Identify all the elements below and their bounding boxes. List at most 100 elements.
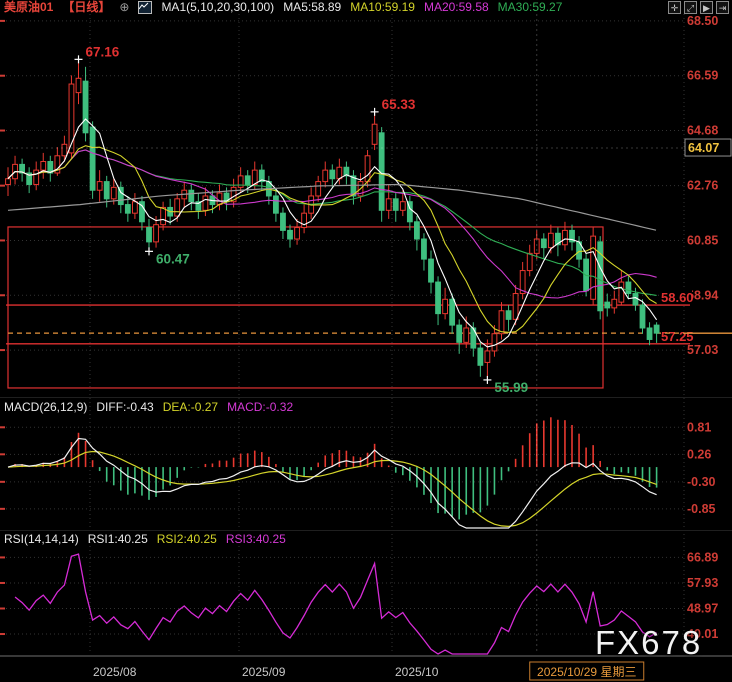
- ma5-value: MA5:58.89: [283, 0, 341, 14]
- candle-body: [372, 124, 377, 144]
- line-price-label: 57.25: [661, 329, 694, 344]
- extreme-price-label: 65.33: [382, 97, 416, 112]
- candle-body: [6, 179, 11, 185]
- candle-body: [478, 348, 483, 365]
- candle-body: [104, 182, 109, 199]
- candle-body: [154, 225, 159, 242]
- price-axis-label: 57.03: [687, 343, 718, 357]
- macd-axis-label: -0.85: [687, 502, 716, 516]
- fx678-watermark: FX678: [595, 624, 702, 662]
- candle-body: [97, 182, 102, 191]
- candle-body: [541, 239, 546, 248]
- candle-body: [626, 282, 631, 293]
- macd-value: MACD:-0.32: [227, 400, 293, 414]
- price-axis-label: 66.59: [687, 69, 718, 83]
- candle-body: [125, 205, 130, 214]
- candle-body: [619, 282, 624, 302]
- candle-body: [203, 196, 208, 210]
- crosshair-date-label: 2025/10/29 星期三: [537, 665, 636, 679]
- month-label: 2025/08: [93, 665, 137, 679]
- candle-body: [175, 199, 180, 216]
- candle-body: [647, 328, 652, 339]
- candle-body: [429, 259, 434, 282]
- rsi-axis-label: 57.93: [687, 576, 718, 590]
- candlestick-chart[interactable]: 68.5066.5964.6862.7660.8558.9457.030.810…: [0, 0, 732, 682]
- candle-body: [295, 228, 300, 239]
- candle-body: [422, 239, 427, 259]
- rsi-axis-label: 66.89: [687, 550, 718, 564]
- period-label[interactable]: 【日线】: [62, 0, 110, 14]
- candle-body: [436, 282, 441, 314]
- candle-body: [415, 222, 420, 239]
- crude-oil-chart-app: 68.5066.5964.6862.7660.8558.9457.030.810…: [0, 0, 732, 682]
- candle-body: [527, 253, 532, 270]
- rsi1-value: RSI1:40.25: [88, 532, 148, 546]
- rsi2-value: RSI2:40.25: [157, 532, 217, 546]
- jump-latest-icon[interactable]: ⇥: [716, 1, 729, 14]
- candle-body: [492, 334, 497, 351]
- candle-body: [133, 202, 138, 213]
- price-axis-label: 62.76: [687, 179, 718, 193]
- candle-body: [534, 239, 539, 253]
- candle-body: [386, 199, 391, 210]
- candle-body: [302, 213, 307, 227]
- candle-body: [563, 230, 568, 244]
- candle-body: [450, 299, 455, 325]
- candle-body: [400, 202, 405, 211]
- candle-body: [330, 170, 335, 179]
- candle-body: [633, 294, 638, 305]
- candle-body: [605, 302, 610, 308]
- ma10-value: MA10:59.19: [350, 0, 415, 14]
- ma20-value: MA20:59.58: [424, 0, 489, 14]
- circle-plus-icon[interactable]: ⊕: [119, 0, 129, 14]
- month-label: 2025/09: [242, 665, 286, 679]
- macd-header: MACD(26,12,9) DIFF:-0.43 DEA:-0.27 MACD:…: [4, 400, 293, 414]
- candle-body: [62, 144, 67, 155]
- crosshair-price-label: 64.07: [688, 141, 719, 155]
- candle-body: [189, 190, 194, 201]
- candle-body: [316, 182, 321, 196]
- extreme-price-label: 60.47: [156, 251, 190, 266]
- play-forward-icon[interactable]: ▶: [700, 1, 713, 14]
- ma-config-label: MA1(5,10,20,30,100): [161, 0, 274, 14]
- zoom-range-icon[interactable]: ⤢: [684, 1, 697, 14]
- candle-body: [506, 311, 511, 320]
- month-label: 2025/10: [395, 665, 439, 679]
- price-axis-label: 60.85: [687, 233, 718, 247]
- macd-config-label: MACD(26,12,9): [4, 400, 87, 414]
- candle-body: [393, 199, 398, 210]
- chart-type-icon[interactable]: [138, 1, 152, 14]
- rsi-axis-label: 48.97: [687, 601, 718, 615]
- macd-axis-label: -0.30: [687, 475, 716, 489]
- candle-body: [365, 156, 370, 182]
- pan-icon[interactable]: ✛: [668, 1, 681, 14]
- extreme-price-label: 67.16: [86, 44, 120, 59]
- macd-diff-value: DIFF:-0.43: [96, 400, 153, 414]
- candle-body: [457, 325, 462, 342]
- candle-body: [161, 207, 166, 224]
- candle-body: [147, 228, 152, 242]
- candle-body: [111, 187, 116, 198]
- candle-body: [274, 196, 279, 213]
- candle-body: [281, 213, 286, 230]
- candle-body: [485, 351, 490, 362]
- candle-body: [640, 305, 645, 328]
- candle-body: [245, 176, 250, 185]
- rsi-config-label: RSI(14,14,14): [4, 532, 79, 546]
- candle-body: [76, 78, 81, 92]
- price-axis-label: 64.68: [687, 124, 718, 138]
- candle-body: [548, 233, 553, 247]
- extreme-price-label: 55.99: [494, 380, 528, 395]
- candle-body: [513, 294, 518, 320]
- ma30-value: MA30:59.27: [498, 0, 563, 14]
- macd-axis-label: 0.26: [687, 447, 711, 461]
- candle-body: [34, 170, 39, 184]
- candle-body: [90, 127, 95, 190]
- macd-dea-value: DEA:-0.27: [163, 400, 218, 414]
- candle-body: [337, 167, 342, 178]
- price-axis-label: 68.50: [687, 14, 718, 28]
- candle-body: [499, 311, 504, 334]
- rsi-header: RSI(14,14,14) RSI1:40.25 RSI2:40.25 RSI3…: [4, 532, 286, 546]
- chart-background: [0, 0, 732, 682]
- candle-body: [288, 230, 293, 239]
